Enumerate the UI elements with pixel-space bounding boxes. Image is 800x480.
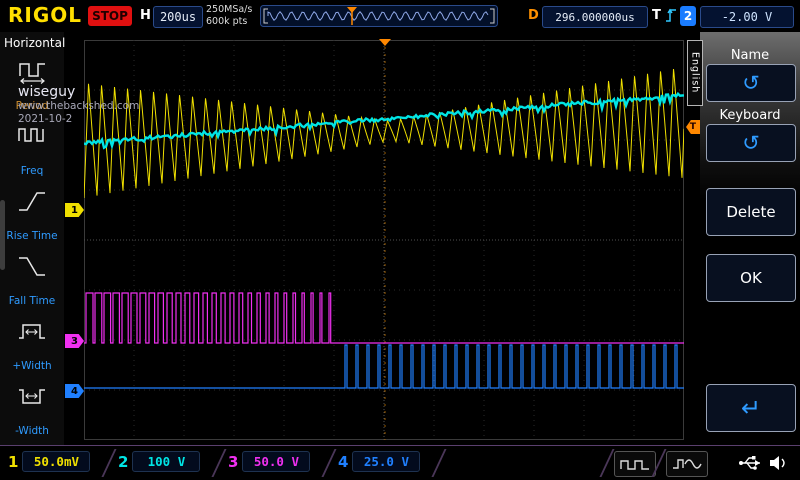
pulse-sine-icon	[671, 455, 703, 473]
delete-button[interactable]: Delete	[706, 188, 796, 236]
sidebar-item-label: Rise Time	[0, 230, 64, 242]
timebase-readout[interactable]: 200us	[153, 6, 203, 28]
divider	[599, 449, 614, 477]
trigger-slope-icon	[665, 7, 678, 24]
channel-status-bar: 1 50.0mV 2 100 V 3 50.0 V 4 25.0 V	[0, 445, 800, 480]
ch2-scale: 100 V	[132, 451, 200, 472]
divider	[431, 449, 446, 477]
ch4-position-marker[interactable]: 4	[65, 384, 84, 398]
sidebar-item-label: +Width	[0, 360, 64, 372]
sidebar-item-neg-width[interactable]: -Width	[0, 377, 64, 442]
rotate-icon: ↺	[742, 133, 760, 153]
ch1-position-marker[interactable]: 1	[65, 203, 84, 217]
pos-width-icon	[17, 319, 47, 345]
trigger-position-marker[interactable]	[379, 39, 391, 46]
waveform-display	[84, 40, 684, 440]
record-waveform-button[interactable]	[666, 451, 708, 477]
ch3-status-chip[interactable]: 3 50.0 V	[228, 451, 310, 472]
memory-position-widget[interactable]	[260, 5, 498, 27]
ch1-status-chip[interactable]: 1 50.0mV	[8, 451, 90, 472]
acquisition-info: 250MSa/s 600k pts	[206, 4, 252, 28]
ok-button[interactable]: OK	[706, 254, 796, 302]
delay-label: D	[528, 8, 539, 23]
digital-pulses-icon	[619, 455, 651, 473]
fall-time-icon	[17, 254, 47, 280]
keyboard-button[interactable]: ↺	[706, 124, 796, 162]
sample-rate: 250MSa/s	[206, 4, 252, 16]
neg-width-icon	[17, 384, 47, 410]
ch2-status-chip[interactable]: 2 100 V	[118, 451, 200, 472]
sidebar-item-label: -Width	[0, 425, 64, 437]
sidebar-item-pos-width[interactable]: +Width	[0, 312, 64, 377]
name-label: Name	[700, 48, 800, 63]
period-icon	[17, 59, 47, 85]
usb-icon	[738, 453, 764, 473]
rigol-logo: RIGOL	[8, 3, 82, 27]
ch4-number: 4	[338, 453, 348, 471]
sidebar-item-period[interactable]: Period	[0, 52, 64, 117]
trigger-label: T	[652, 8, 661, 23]
ch3-position-marker[interactable]: 3	[65, 334, 84, 348]
rotate-icon: ↺	[742, 73, 760, 93]
sidebar-item-rise-time[interactable]: Rise Time	[0, 182, 64, 247]
freq-icon	[17, 124, 47, 150]
speaker-icon[interactable]	[768, 453, 790, 473]
sidebar-item-label: Fall Time	[0, 295, 64, 307]
trigger-source-badge[interactable]: 2	[680, 6, 696, 26]
sidebar-item-label: Freq	[0, 165, 64, 177]
ch2-number: 2	[118, 453, 128, 471]
keyboard-label: Keyboard	[700, 108, 800, 123]
delay-readout[interactable]: 296.000000us	[542, 6, 648, 28]
sidebar-item-label: Period	[0, 100, 64, 112]
ch3-scale: 50.0 V	[242, 451, 310, 472]
top-status-bar: RIGOL STOP H 200us 250MSa/s 600k pts D 2…	[0, 0, 800, 32]
horizontal-label: H	[140, 8, 151, 23]
name-button[interactable]: ↺	[706, 64, 796, 102]
ch1-scale: 50.0mV	[22, 451, 90, 472]
enter-icon: ↵	[741, 398, 761, 418]
sidebar-item-freq[interactable]: Freq	[0, 117, 64, 182]
graticule	[84, 40, 684, 440]
sidebar-title: Horizontal	[0, 32, 64, 52]
ch4-status-chip[interactable]: 4 25.0 V	[338, 451, 420, 472]
trigger-level-readout[interactable]: -2.00 V	[700, 6, 794, 28]
memory-depth: 600k pts	[206, 16, 252, 28]
trigger-level-marker[interactable]: T	[686, 120, 700, 134]
language-tab[interactable]: English	[687, 40, 703, 106]
digital-waveform-button[interactable]	[614, 451, 656, 477]
softkey-menu: Name ↺ Keyboard ↺ Delete OK ↵	[700, 32, 800, 448]
enter-button[interactable]: ↵	[706, 384, 796, 432]
ch3-number: 3	[228, 453, 238, 471]
divider	[321, 449, 336, 477]
oscilloscope-screen: RIGOL STOP H 200us 250MSa/s 600k pts D 2…	[0, 0, 800, 480]
sidebar-item-fall-time[interactable]: Fall Time	[0, 247, 64, 312]
ch4-scale: 25.0 V	[352, 451, 420, 472]
run-state-badge[interactable]: STOP	[88, 6, 132, 26]
divider	[101, 449, 116, 477]
rise-time-icon	[17, 189, 47, 215]
ch1-number: 1	[8, 453, 18, 471]
sidebar-scroll-indicator[interactable]	[0, 200, 5, 270]
measure-sidebar: Horizontal Period Freq Rise Time	[0, 32, 64, 448]
divider	[211, 449, 226, 477]
